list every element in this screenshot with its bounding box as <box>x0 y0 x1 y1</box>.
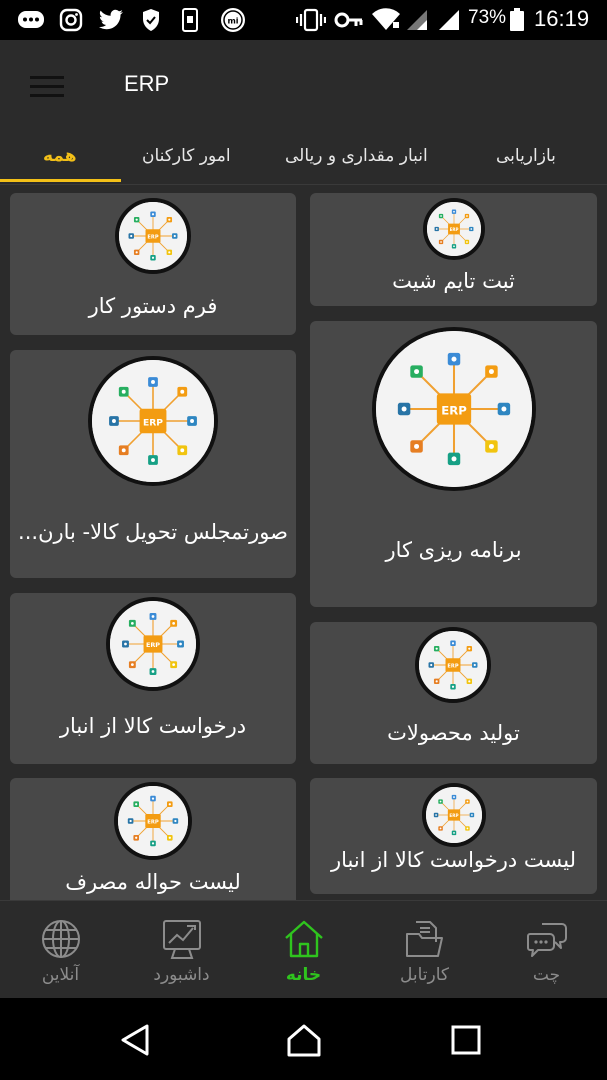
nav-online[interactable]: آنلاین <box>0 901 121 999</box>
erp-logo-icon: ERP <box>423 198 485 260</box>
vibrate-icon <box>296 8 326 32</box>
tiles-grid: ERP ثبت تایم شیت ERP فرم دستور کار ERP ب… <box>0 185 607 900</box>
nav-label: خانه <box>285 965 322 985</box>
erp-logo-icon: ERP <box>88 356 218 486</box>
back-icon[interactable] <box>117 1022 153 1058</box>
home-icon <box>285 920 323 958</box>
nav-label: آنلاین <box>41 965 80 985</box>
bottom-nav: آنلاین داشبورد خانه کارتابل چت <box>0 900 607 999</box>
erp-logo-icon: ERP <box>415 627 491 703</box>
key-icon <box>334 8 364 32</box>
tile-label: برنامه ریزی کار <box>385 538 522 562</box>
instagram-icon <box>58 8 84 32</box>
svg-text:ERP: ERP <box>450 227 459 232</box>
svg-text:mi: mi <box>227 17 238 26</box>
tile-label: لیست حواله مصرف <box>65 870 241 894</box>
globe-icon <box>42 920 80 958</box>
twitter-icon <box>98 8 126 32</box>
app-bar: ERP <box>0 40 607 132</box>
system-nav-bar <box>0 998 607 1080</box>
phone-icon <box>180 8 200 32</box>
clock: 16:19 <box>534 6 590 31</box>
battery-icon <box>508 8 526 32</box>
erp-logo-icon: ERP <box>115 198 191 274</box>
battery-percent: 73% <box>468 7 507 28</box>
nav-dashboard[interactable]: داشبورد <box>121 901 242 999</box>
tile-label: صورتمجلس تحویل کالا- بارن... <box>18 520 288 544</box>
erp-logo-icon: ERP <box>372 327 536 491</box>
signal-icon <box>436 8 462 32</box>
category-tabs: همه امور کارکنان انبار مقداری و ریالی با… <box>0 132 607 185</box>
wifi-icon <box>370 8 402 32</box>
nav-chat[interactable]: چت <box>486 901 607 999</box>
svg-text:ERP: ERP <box>147 234 158 240</box>
page-title: ERP <box>124 71 170 96</box>
tab-all[interactable]: همه <box>43 146 77 166</box>
tile-label: لیست درخواست کالا از انبار <box>330 848 577 872</box>
tile-work-planning[interactable]: ERP برنامه ریزی کار <box>310 321 597 607</box>
tile-label: فرم دستور کار <box>88 294 218 318</box>
tile-label: درخواست کالا از انبار <box>59 714 247 738</box>
erp-logo-icon: ERP <box>114 782 192 860</box>
chat-icon <box>527 923 567 957</box>
hamburger-icon[interactable] <box>30 76 64 100</box>
tile-label: تولید محصولات <box>387 721 520 745</box>
tile-label: ثبت تایم شیت <box>392 269 515 293</box>
nav-label: داشبورد <box>153 965 210 985</box>
svg-text:ERP: ERP <box>447 663 458 669</box>
tile-timesheet[interactable]: ERP ثبت تایم شیت <box>310 193 597 306</box>
chat-bubble-icon <box>16 8 46 32</box>
dashboard-icon <box>163 920 201 959</box>
recents-icon[interactable] <box>450 1024 482 1056</box>
tab-marketing[interactable]: بازاریابی <box>496 146 556 166</box>
tab-indicator <box>0 179 121 182</box>
nav-label: کارتابل <box>400 965 449 985</box>
nav-home[interactable]: خانه <box>243 901 364 999</box>
tile-goods-request[interactable]: ERP درخواست کالا از انبار <box>10 593 296 764</box>
tab-personnel[interactable]: امور کارکنان <box>142 146 231 166</box>
tile-work-order-form[interactable]: ERP فرم دستور کار <box>10 193 296 335</box>
svg-text:ERP: ERP <box>146 641 160 649</box>
erp-logo-icon: ERP <box>106 597 200 691</box>
erp-logo-icon: ERP <box>422 783 486 847</box>
svg-text:ERP: ERP <box>143 418 163 428</box>
tile-product-production[interactable]: ERP تولید محصولات <box>310 622 597 764</box>
nav-cartable[interactable]: کارتابل <box>364 901 485 999</box>
home-circle-icon[interactable] <box>285 1022 323 1058</box>
tile-delivery-minutes[interactable]: ERP صورتمجلس تحویل کالا- بارن... <box>10 350 296 578</box>
nav-label: چت <box>532 965 561 985</box>
svg-text:ERP: ERP <box>441 403 467 417</box>
shield-icon <box>140 8 162 32</box>
folder-icon <box>406 921 443 957</box>
tile-goods-request-list[interactable]: ERP لیست درخواست کالا از انبار <box>310 778 597 894</box>
svg-text:ERP: ERP <box>449 813 458 818</box>
signal-icon <box>404 8 430 32</box>
tab-warehouse[interactable]: انبار مقداری و ریالی <box>285 146 428 166</box>
mi-icon: mi <box>218 8 248 32</box>
status-bar: mi 73% 16:19 <box>0 0 607 40</box>
svg-text:ERP: ERP <box>147 819 159 825</box>
tile-consumption-list[interactable]: ERP لیست حواله مصرف <box>10 778 296 900</box>
